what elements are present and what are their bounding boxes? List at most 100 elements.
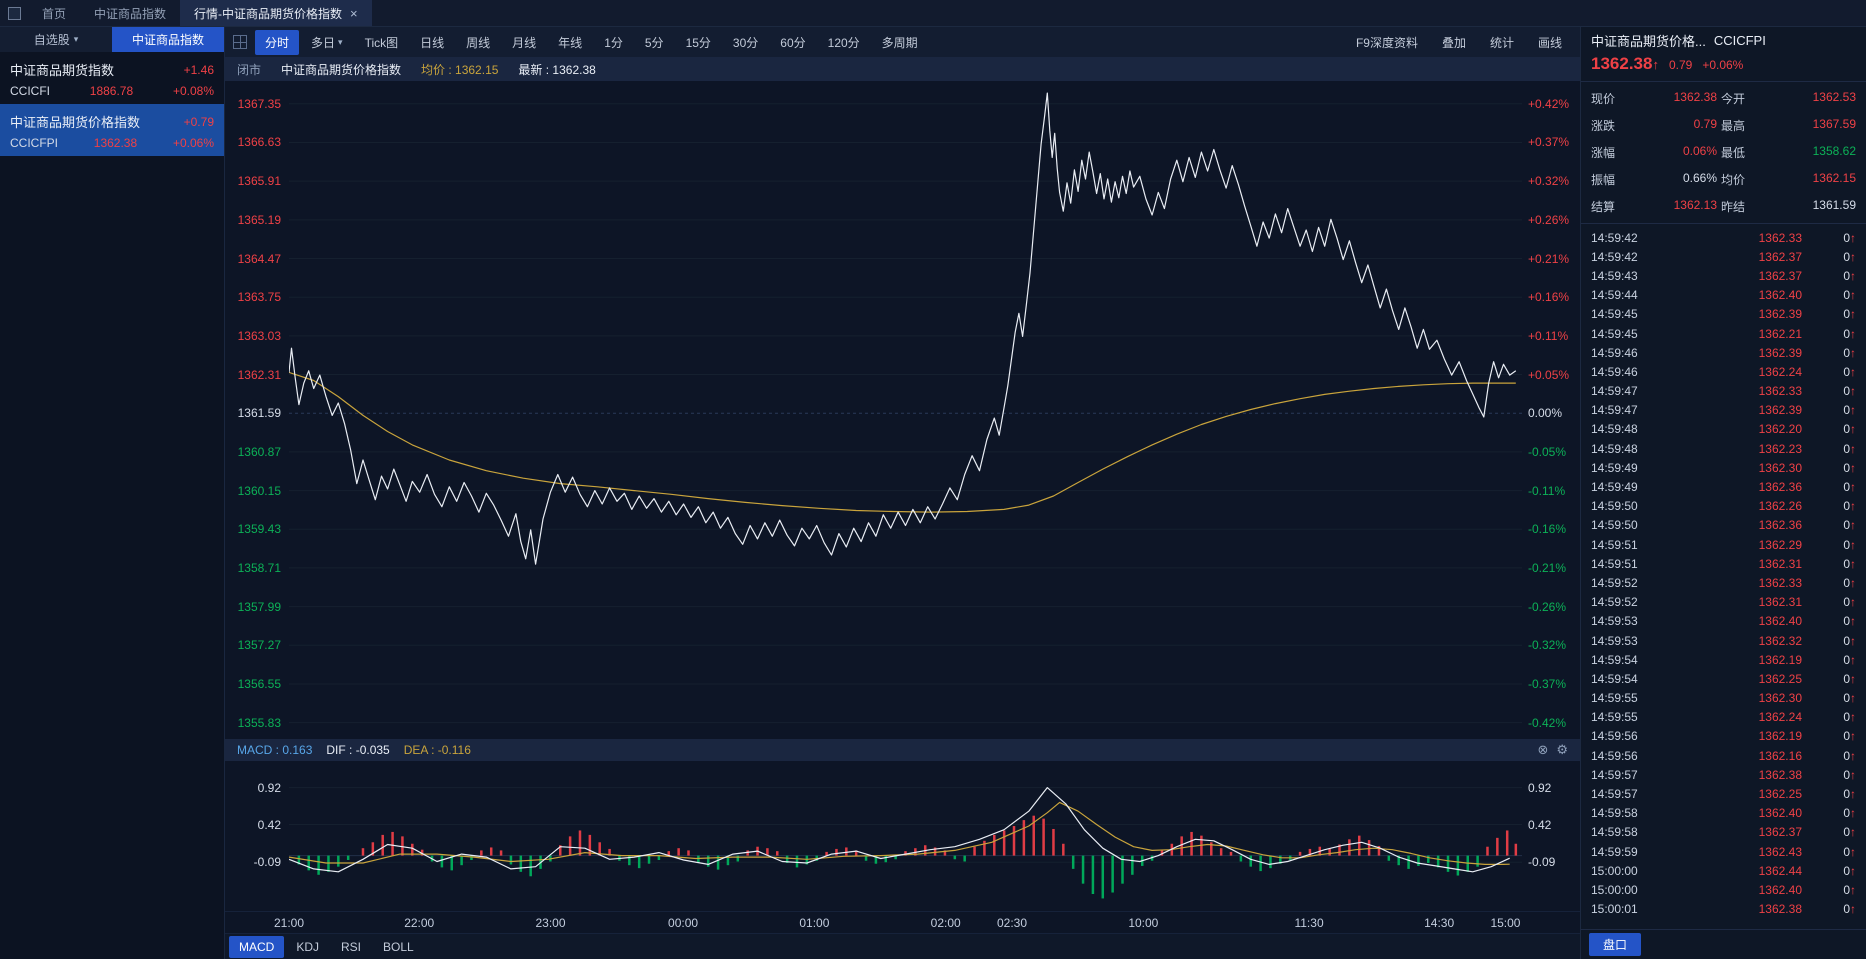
tick-time: 14:59:51 [1591,538,1657,552]
tick-row[interactable]: 14:59:421362.370↑ [1591,247,1856,266]
tick-row[interactable]: 14:59:531362.320↑ [1591,631,1856,650]
chart-layout-icon[interactable] [233,35,247,49]
tick-row[interactable]: 14:59:421362.330↑ [1591,228,1856,247]
period-button[interactable]: Tick图 [355,30,409,55]
window-tab[interactable]: 中证商品指数 [80,0,180,26]
tick-row[interactable]: 14:59:581362.400↑ [1591,804,1856,823]
watchlist-item[interactable]: 中证商品期货价格指数+0.79CCICFPI1362.38+0.06% [0,104,224,156]
indicator-tab-macd[interactable]: MACD [229,936,284,958]
tick-row[interactable]: 14:59:561362.160↑ [1591,746,1856,765]
watchlist-item[interactable]: 中证商品期货指数+1.46CCICFI1886.78+0.08% [0,52,224,104]
axis-label: 1357.99 [238,600,281,614]
chart-panel: 分时多日▾Tick图日线周线月线年线1分5分15分 30分 60分120分多周期 F… [225,27,1580,959]
indicator-tab-rsi[interactable]: RSI [331,936,371,958]
toolbar-action[interactable]: 叠加 [1432,30,1476,55]
tick-row[interactable]: 14:59:481362.230↑ [1591,439,1856,458]
gear-icon[interactable]: ⚙ [1556,742,1568,758]
period-label: 30分 [733,34,758,51]
tick-row[interactable]: 14:59:431362.370↑ [1591,266,1856,285]
tick-row[interactable]: 14:59:491362.360↑ [1591,477,1856,496]
tick-price: 1362.31 [1657,595,1802,609]
tick-row[interactable]: 14:59:451362.390↑ [1591,305,1856,324]
up-arrow-icon: ↑ [1850,461,1856,475]
tick-list[interactable]: 14:59:421362.330↑14:59:421362.370↑14:59:… [1581,224,1866,929]
sidebar-tab[interactable]: 自选股▾ [0,27,112,52]
toolbar-action[interactable]: 统计 [1480,30,1524,55]
tick-row[interactable]: 14:59:451362.210↑ [1591,324,1856,343]
app-icon[interactable] [0,0,28,26]
stat-value: 1362.13 [1627,198,1717,215]
tick-row[interactable]: 14:59:471362.390↑ [1591,401,1856,420]
tick-time: 14:59:58 [1591,825,1657,839]
tick-row[interactable]: 14:59:441362.400↑ [1591,286,1856,305]
tick-row[interactable]: 14:59:551362.300↑ [1591,689,1856,708]
tick-row[interactable]: 15:00:001362.440↑ [1591,861,1856,880]
toolbar-action[interactable]: F9深度资料 [1346,30,1428,55]
tick-volume: 0 [1843,576,1850,590]
window-tab[interactable]: 首页 [28,0,80,26]
period-button[interactable]: 月线 [502,30,546,55]
tick-row[interactable]: 15:00:011362.380↑ [1591,900,1856,919]
tick-row[interactable]: 14:59:551362.240↑ [1591,708,1856,727]
period-button[interactable]: 多日▾ [301,30,353,55]
intraday-chart[interactable]: 1367.351366.631365.911365.191364.471363.… [225,81,1580,739]
period-button[interactable]: 日线 [410,30,454,55]
tick-row[interactable]: 14:59:491362.300↑ [1591,458,1856,477]
tick-time: 14:59:52 [1591,576,1657,590]
close-circle-icon[interactable]: ⊗ [1537,742,1548,758]
tick-price: 1362.33 [1657,231,1802,245]
tick-price: 1362.29 [1657,538,1802,552]
period-button[interactable]: 15分 [676,30,721,55]
instrument-change: +0.79 [184,115,214,129]
window-tab[interactable]: 行情-中证商品期货价格指数× [180,0,372,26]
tick-row[interactable]: 14:59:481362.200↑ [1591,420,1856,439]
tick-row[interactable]: 14:59:501362.260↑ [1591,497,1856,516]
tick-row[interactable]: 14:59:541362.190↑ [1591,650,1856,669]
tick-row[interactable]: 14:59:541362.250↑ [1591,669,1856,688]
period-button[interactable]: 年线 [548,30,592,55]
period-button[interactable]: 120分 [818,30,870,55]
tick-volume-group: 0↑ [1802,749,1856,763]
tick-price: 1362.19 [1657,729,1802,743]
tick-row[interactable]: 14:59:591362.430↑ [1591,842,1856,861]
tick-volume: 0 [1843,346,1850,360]
period-button[interactable]: 1分 [594,30,633,55]
tick-row[interactable]: 15:00:001362.400↑ [1591,880,1856,899]
tick-row[interactable]: 14:59:511362.310↑ [1591,554,1856,573]
tab-close-icon[interactable]: × [350,6,358,21]
pankou-button[interactable]: 盘口 [1589,933,1641,956]
toolbar-action[interactable]: 画线 [1528,30,1572,55]
content: 自选股▾中证商品指数 中证商品期货指数+1.46CCICFI1886.78+0.… [0,27,1866,959]
tick-row[interactable]: 14:59:531362.400↑ [1591,612,1856,631]
axis-label: -0.11% [1528,484,1565,498]
time-axis-label: 00:00 [668,916,698,930]
stat-label: 结算 [1591,198,1623,215]
sidebar: 自选股▾中证商品指数 中证商品期货指数+1.46CCICFI1886.78+0.… [0,27,225,959]
tick-row[interactable]: 14:59:461362.390↑ [1591,343,1856,362]
tick-row[interactable]: 14:59:501362.360↑ [1591,516,1856,535]
period-button[interactable]: 5分 [635,30,674,55]
tick-row[interactable]: 14:59:521362.310↑ [1591,593,1856,612]
indicator-tab-boll[interactable]: BOLL [373,936,424,958]
tick-row[interactable]: 14:59:471362.330↑ [1591,382,1856,401]
tick-row[interactable]: 14:59:561362.190↑ [1591,727,1856,746]
tick-price: 1362.40 [1657,288,1802,302]
tick-row[interactable]: 14:59:571362.250↑ [1591,784,1856,803]
period-button[interactable]: 30分 [723,30,768,55]
period-button[interactable]: 分时 [255,30,299,55]
tick-volume-group: 0↑ [1802,787,1856,801]
up-arrow-icon: ↑ [1850,403,1856,417]
tick-row[interactable]: 14:59:461362.240↑ [1591,362,1856,381]
macd-chart[interactable]: 0.920.42-0.09 0.920.42-0.09 [225,761,1580,911]
tick-row[interactable]: 14:59:511362.290↑ [1591,535,1856,554]
tick-row[interactable]: 14:59:571362.380↑ [1591,765,1856,784]
period-button[interactable]: 60分 [770,30,815,55]
tick-volume-group: 0↑ [1802,845,1856,859]
indicator-tab-kdj[interactable]: KDJ [286,936,329,958]
tick-row[interactable]: 14:59:521362.330↑ [1591,573,1856,592]
tick-price: 1362.38 [1657,768,1802,782]
sidebar-tab[interactable]: 中证商品指数 [112,27,224,52]
period-button[interactable]: 多周期 [872,30,928,55]
period-button[interactable]: 周线 [456,30,500,55]
tick-row[interactable]: 14:59:581362.370↑ [1591,823,1856,842]
